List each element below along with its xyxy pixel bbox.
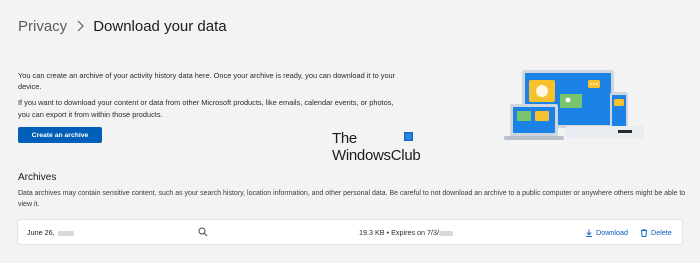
breadcrumb: Privacy Download your data — [18, 17, 227, 35]
create-archive-button[interactable]: Create an archive — [18, 127, 102, 143]
archives-description: Data archives may contain sensitive cont… — [18, 190, 686, 208]
delete-button[interactable]: Delete — [640, 228, 672, 237]
intro-paragraph-2: If you want to download your content or … — [18, 98, 394, 119]
archive-date-text: June 26, — [27, 228, 55, 237]
windowsclub-logo-icon — [404, 132, 413, 141]
archive-date: June 26, — [27, 228, 74, 237]
redacted-year — [439, 230, 454, 236]
page-title: Download your data — [93, 17, 227, 35]
delete-label: Delete — [651, 228, 672, 237]
breadcrumb-privacy-link[interactable]: Privacy — [18, 18, 67, 35]
chevron-right-icon — [77, 20, 85, 32]
archive-size-expiry: 19.3 KB • Expires on 7/3/ — [359, 228, 454, 237]
delete-icon — [640, 228, 648, 237]
archive-meta-text: 19.3 KB • Expires on 7/3/ — [359, 228, 440, 237]
intro-text: You can create an archive of your activi… — [18, 70, 398, 125]
archive-row: June 26, 19.3 KB • Expires on 7/3/ Downl… — [17, 219, 683, 245]
download-label: Download — [596, 228, 628, 237]
download-icon — [586, 229, 592, 237]
search-icon[interactable] — [198, 227, 208, 237]
windowsclub-watermark: The WindowsClub — [332, 131, 421, 164]
devices-illustration — [504, 70, 644, 140]
archives-heading: Archives — [18, 172, 57, 183]
intro-paragraph-1: You can create an archive of your activi… — [18, 71, 396, 92]
redacted-year — [57, 230, 74, 236]
watermark-line-2: WindowsClub — [332, 147, 421, 164]
download-button[interactable]: Download — [585, 228, 628, 237]
